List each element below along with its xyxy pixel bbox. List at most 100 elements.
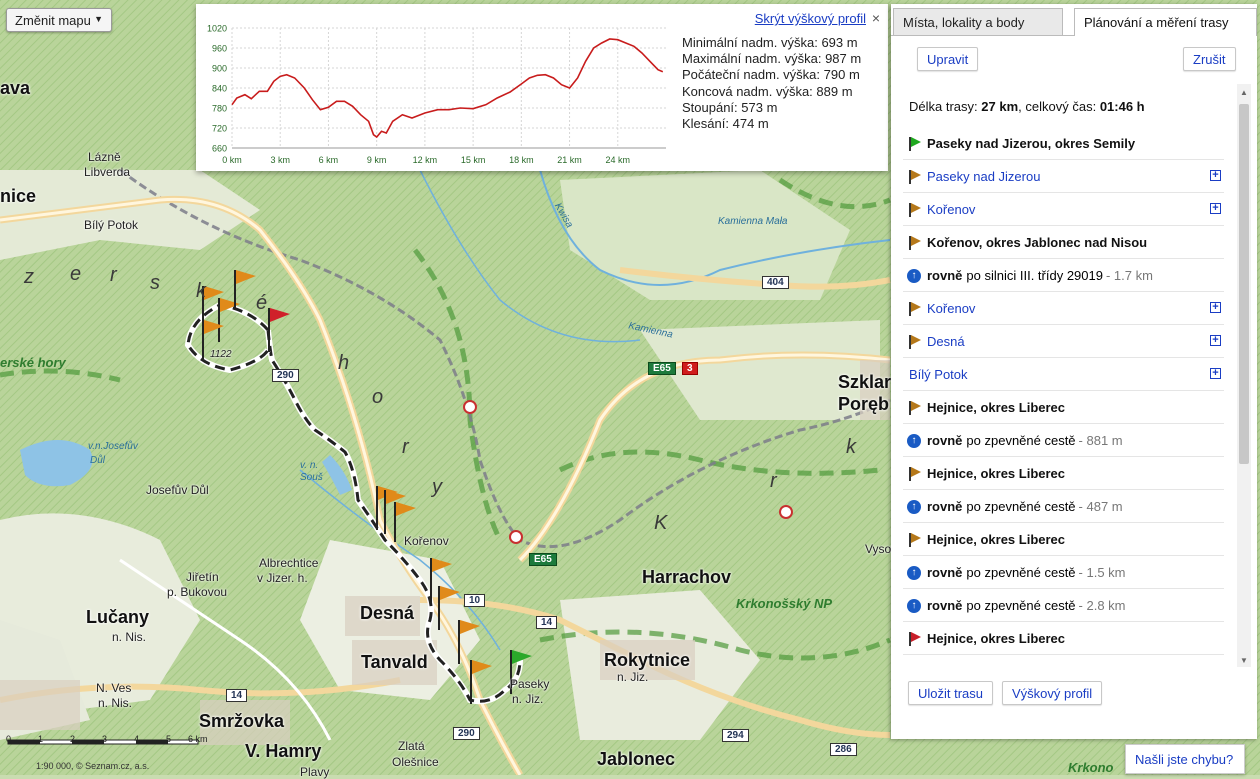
town-label[interactable]: Jiřetín: [186, 570, 219, 584]
x-tick-label: 0 km: [222, 155, 242, 165]
straight-arrow-icon: ↑: [907, 268, 921, 283]
town-label[interactable]: Plavy: [300, 765, 329, 779]
route-planning-panel: Místa, lokality a body Plánování a měřen…: [891, 4, 1257, 739]
direction-text: po zpevněné cestě: [966, 565, 1076, 580]
elevation-profile-button[interactable]: Výškový profil: [1002, 681, 1103, 705]
close-icon[interactable]: ×: [872, 10, 880, 26]
scroll-up-arrow-icon[interactable]: ▲: [1240, 88, 1248, 97]
town-label[interactable]: V. Hamry: [245, 741, 321, 762]
town-label[interactable]: Rokytnice: [604, 650, 690, 671]
town-label[interactable]: p. Bukovou: [167, 585, 227, 599]
peak-elevation-label: 1122: [210, 349, 232, 360]
cancel-button[interactable]: Zrušit: [1183, 47, 1236, 71]
expand-plus-icon[interactable]: +: [1210, 335, 1221, 346]
x-tick-label: 6 km: [319, 155, 339, 165]
tab-places[interactable]: Místa, lokality a body: [893, 8, 1063, 36]
park-label: erské hory: [0, 355, 66, 370]
town-label[interactable]: ava: [0, 78, 30, 99]
town-label[interactable]: Paseky: [510, 677, 549, 691]
waypoint-flag-icon: [909, 203, 921, 217]
hide-elevation-profile-link[interactable]: Skrýt výškový profil: [755, 11, 866, 26]
elevation-chart: 1020 960 900 840 780 720 6600 km 3 km 6 km 9 km 12…: [207, 24, 666, 165]
town-label[interactable]: Libverda: [84, 165, 130, 179]
waypoint-link[interactable]: Bílý Potok: [909, 367, 968, 382]
length-value: 27 km: [981, 99, 1019, 114]
road-number-badge: 14: [536, 616, 558, 629]
direction-step: ↑ rovně po zpevněné cestě - 2.8 km: [903, 590, 1224, 622]
town-label[interactable]: Lázně: [88, 150, 121, 164]
town-label[interactable]: Harrachov: [642, 567, 731, 588]
waypoint-link[interactable]: Kořenov: [927, 301, 975, 316]
direction-text: po zpevněné cestě: [966, 598, 1076, 613]
y-tick-label: 1020: [207, 24, 227, 34]
place-item: Kořenov, okres Jablonec nad Nisou: [903, 227, 1224, 259]
direction-text: po zpevněné cestě: [966, 433, 1076, 448]
town-label[interactable]: Olešnice: [392, 755, 439, 769]
mountain-range-letter: é: [256, 292, 268, 314]
waypoint-item[interactable]: Kořenov +: [903, 293, 1224, 325]
change-map-button[interactable]: Změnit mapu ▼: [6, 8, 112, 32]
town-label[interactable]: Lučany: [86, 607, 149, 628]
report-bug-button[interactable]: Našli jste chybu?: [1125, 744, 1245, 774]
town-label[interactable]: Kořenov: [404, 534, 449, 548]
stat-label: Stoupání:: [682, 99, 738, 115]
scrollbar-thumb[interactable]: [1239, 104, 1249, 464]
water-label: v. n.: [300, 460, 319, 471]
town-label[interactable]: Josefův Důl: [146, 483, 209, 497]
town-label[interactable]: Albrechtice: [259, 556, 318, 570]
straight-arrow-icon: ↑: [907, 499, 921, 514]
town-label[interactable]: Bílý Potok: [84, 218, 138, 232]
mountain-range-letter: e: [70, 263, 82, 285]
x-tick-label: 18 km: [509, 155, 534, 165]
waypoint-flag-icon: [909, 533, 921, 547]
town-label[interactable]: Poręb: [838, 394, 889, 415]
scroll-down-arrow-icon[interactable]: ▼: [1240, 656, 1248, 665]
town-label[interactable]: nice: [0, 186, 36, 207]
x-tick-label: 24 km: [606, 155, 631, 165]
road-number-badge: 14: [226, 689, 248, 702]
waypoint-link[interactable]: Desná: [927, 334, 965, 349]
y-tick-label: 780: [212, 104, 227, 114]
road-number-badge: E65: [529, 553, 557, 566]
stat-label: Klesání:: [682, 116, 729, 132]
elevation-stats: Minimální nadm. výška: 693 m Maximální n…: [682, 35, 861, 132]
town-label[interactable]: n. Nis.: [98, 696, 132, 710]
step-distance: - 487 m: [1078, 499, 1123, 514]
y-tick-label: 660: [212, 144, 227, 154]
mountain-range-letter: K: [654, 512, 668, 534]
town-label[interactable]: Szklar: [838, 372, 891, 393]
town-label[interactable]: n. Nis.: [112, 630, 146, 644]
town-label[interactable]: Tanvald: [361, 652, 428, 673]
stat-label: Koncová nadm. výška:: [682, 83, 813, 99]
town-label[interactable]: Smržovka: [199, 711, 284, 732]
waypoint-link[interactable]: Kořenov: [927, 202, 975, 217]
scale-label: 4: [134, 734, 140, 744]
straight-arrow-icon: ↑: [907, 565, 921, 580]
stat-label: Maximální nadm. výška:: [682, 51, 822, 67]
expand-plus-icon[interactable]: +: [1210, 368, 1221, 379]
direction-word: rovně: [927, 565, 963, 580]
town-label[interactable]: n. Jiz.: [617, 670, 648, 684]
waypoint-item[interactable]: Paseky nad Jizerou +: [903, 161, 1224, 193]
expand-plus-icon[interactable]: +: [1210, 302, 1221, 313]
town-label[interactable]: N. Ves: [96, 681, 131, 695]
tab-route-planning[interactable]: Plánování a měření trasy: [1074, 8, 1257, 36]
waypoint-item[interactable]: Desná +: [903, 326, 1224, 358]
waypoint-flag-icon: [909, 467, 921, 481]
town-label[interactable]: v Jizer. h.: [257, 571, 308, 585]
town-label[interactable]: Zlatá: [398, 739, 425, 753]
mountain-range-letter: s: [150, 272, 160, 294]
town-label[interactable]: Desná: [360, 603, 414, 624]
expand-plus-icon[interactable]: +: [1210, 170, 1221, 181]
edit-button[interactable]: Upravit: [917, 47, 979, 71]
waypoint-link[interactable]: Paseky nad Jizerou: [927, 169, 1040, 184]
waypoint-item[interactable]: Bílý Potok +: [903, 359, 1224, 391]
time-label: celkový čas:: [1025, 99, 1097, 114]
town-label[interactable]: n. Jiz.: [512, 692, 543, 706]
waypoint-item[interactable]: Kořenov +: [903, 194, 1224, 226]
save-route-button[interactable]: Uložit trasu: [908, 681, 994, 705]
expand-plus-icon[interactable]: +: [1210, 203, 1221, 214]
time-value: 01:46 h: [1099, 99, 1145, 114]
stat-value: 474 m: [732, 116, 769, 132]
town-label[interactable]: Jablonec: [597, 749, 675, 770]
